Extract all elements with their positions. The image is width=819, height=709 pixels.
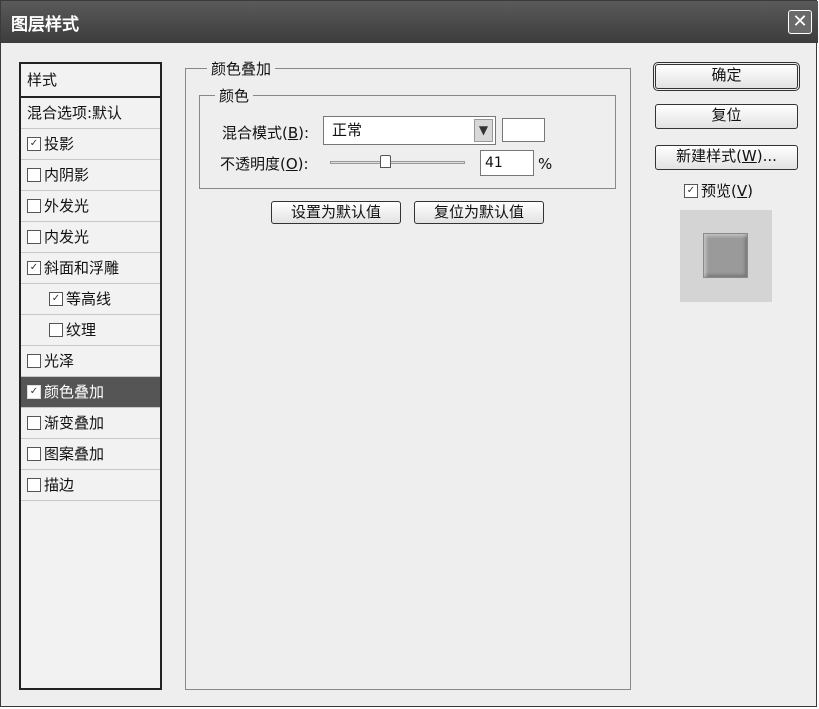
close-button[interactable]: ✕ [788, 10, 812, 34]
group-title: 颜色 [215, 85, 254, 106]
opacity-unit: % [538, 155, 553, 173]
style-item-label: 颜色叠加 [44, 383, 105, 401]
styles-items: 混合选项:默认 ✓ 投影 内阴影 外发光 内发光 ✓ 斜面和浮雕 ✓ 等高线 纹理 光泽 ✓ 颜色叠加 渐变… [21, 98, 160, 501]
close-icon: ✕ [792, 11, 808, 32]
style-checkbox[interactable] [27, 478, 41, 492]
blend-mode-value: 正常 [332, 121, 363, 139]
reset-button[interactable]: 复位 [655, 104, 798, 129]
style-item[interactable]: 混合选项:默认 [21, 98, 160, 129]
style-item-label: 斜面和浮雕 [44, 259, 120, 277]
style-item[interactable]: 描边 [21, 470, 160, 501]
style-item-label: 渐变叠加 [44, 414, 105, 432]
styles-list: 样式 混合选项:默认 ✓ 投影 内阴影 外发光 内发光 ✓ 斜面和浮雕 ✓ 等高线 纹理 光泽 ✓ 颜色叠… [19, 62, 162, 690]
opacity-slider-handle[interactable] [380, 155, 392, 168]
reset-to-default-button[interactable]: 复位为默认值 [414, 201, 544, 224]
styles-header[interactable]: 样式 [21, 64, 160, 98]
style-item-label: 光泽 [44, 352, 75, 370]
style-item-label: 内发光 [44, 228, 90, 246]
style-item[interactable]: 外发光 [21, 191, 160, 222]
style-item[interactable]: 内阴影 [21, 160, 160, 191]
panel-title: 颜色叠加 [207, 58, 276, 79]
style-item-label: 图案叠加 [44, 445, 105, 463]
preview-label: 预览(V) [701, 182, 753, 200]
style-item[interactable]: 纹理 [21, 315, 160, 346]
opacity-label: 不透明度(O): [220, 155, 309, 173]
style-item-label: 纹理 [66, 321, 97, 339]
set-as-default-button[interactable]: 设置为默认值 [271, 201, 401, 224]
ok-button[interactable]: 确定 [653, 62, 800, 91]
style-item-label: 混合选项:默认 [27, 104, 123, 122]
opacity-input[interactable]: 41 [480, 150, 534, 176]
style-item-label: 等高线 [66, 290, 112, 308]
new-style-button[interactable]: 新建样式(W)... [655, 145, 798, 170]
style-item[interactable]: 图案叠加 [21, 439, 160, 470]
style-item-label: 外发光 [44, 197, 90, 215]
style-item[interactable]: 内发光 [21, 222, 160, 253]
overlay-color-swatch[interactable] [502, 118, 545, 142]
style-item-label: 投影 [44, 135, 75, 153]
style-checkbox[interactable]: ✓ [27, 261, 41, 275]
style-checkbox[interactable] [27, 199, 41, 213]
chevron-down-icon[interactable]: ▼ [474, 119, 493, 142]
style-item-label: 内阴影 [44, 166, 90, 184]
style-checkbox[interactable] [27, 354, 41, 368]
title-bar[interactable]: 图层样式 ✕ [1, 1, 818, 43]
opacity-slider-track[interactable] [330, 161, 465, 164]
style-checkbox[interactable] [27, 447, 41, 461]
style-checkbox[interactable] [27, 230, 41, 244]
style-checkbox[interactable]: ✓ [27, 385, 41, 399]
style-item-label: 描边 [44, 476, 75, 494]
style-checkbox[interactable] [27, 168, 41, 182]
style-checkbox[interactable]: ✓ [49, 292, 63, 306]
style-item[interactable]: ✓ 等高线 [21, 284, 160, 315]
style-item[interactable]: ✓ 斜面和浮雕 [21, 253, 160, 284]
style-item[interactable]: ✓ 颜色叠加 [21, 377, 160, 408]
style-checkbox[interactable] [49, 323, 63, 337]
style-item[interactable]: 渐变叠加 [21, 408, 160, 439]
style-checkbox[interactable] [27, 416, 41, 430]
style-checkbox[interactable]: ✓ [27, 137, 41, 151]
preview-thumbnail [703, 233, 748, 278]
preview-checkbox[interactable]: ✓ [684, 183, 698, 198]
style-item[interactable]: ✓ 投影 [21, 129, 160, 160]
preview-checkbox-row[interactable]: ✓ 预览(V) [684, 180, 753, 201]
blend-mode-select[interactable]: 正常 ▼ [323, 116, 496, 145]
blend-mode-label: 混合模式(B): [222, 124, 310, 142]
dialog-title: 图层样式 [11, 15, 79, 35]
style-item[interactable]: 光泽 [21, 346, 160, 377]
